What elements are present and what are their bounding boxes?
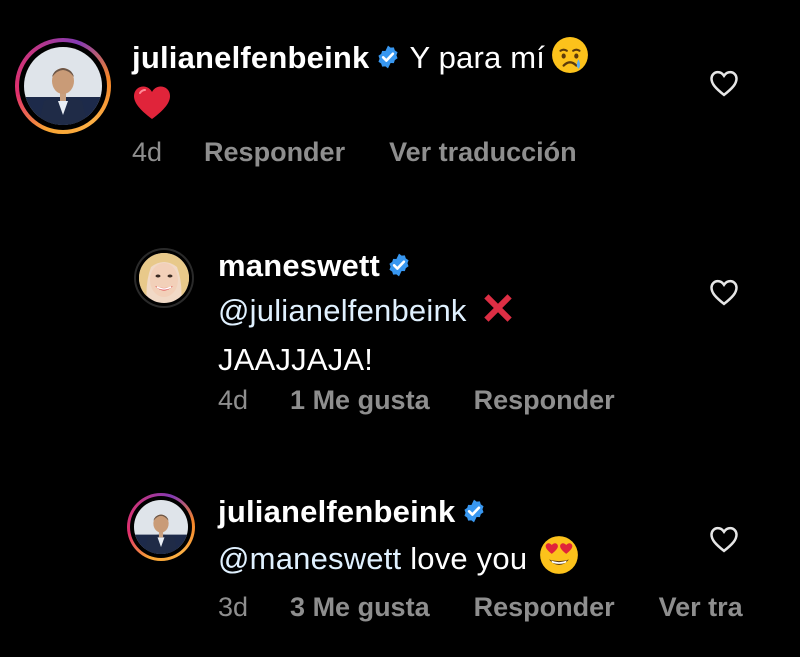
comment-text: love you [410, 541, 528, 576]
like-button[interactable] [709, 69, 739, 97]
comment-body: julianelfenbeink @maneswett love you [218, 490, 678, 586]
translate-button[interactable]: Ver traducción [389, 137, 577, 168]
comment-meta: 4d 1 Me gusta Responder [218, 385, 655, 416]
comment-text: JAAJJAJA! [218, 342, 374, 377]
comment-time: 4d [132, 137, 163, 167]
cross-mark-emoji [479, 289, 517, 338]
comment-body: julianelfenbeink Y para mí [132, 36, 692, 132]
comment-1: julianelfenbeink Y para mí 4d Responder Ver… [0, 0, 800, 200]
comment-text: Y para mí [409, 40, 546, 75]
verified-badge-icon [386, 246, 412, 289]
like-button[interactable] [709, 525, 739, 553]
reply-button[interactable]: Responder [204, 137, 345, 168]
crying-face-emoji [551, 36, 589, 85]
comment-time: 4d [218, 385, 249, 415]
comment-body: maneswett @julianelfenbeink JAAJJAJA! [218, 244, 678, 381]
likes-count[interactable]: 1 Me gusta [290, 385, 430, 416]
like-button[interactable] [709, 278, 739, 306]
avatar[interactable] [134, 248, 194, 308]
verified-badge-icon [375, 38, 401, 81]
reply-button[interactable]: Responder [474, 385, 615, 416]
comment-username[interactable]: julianelfenbeink [132, 40, 369, 75]
avatar[interactable] [127, 493, 195, 561]
translate-button[interactable]: Ver tra [659, 592, 743, 623]
red-heart-emoji [132, 85, 172, 132]
comment-username[interactable]: maneswett [218, 248, 380, 283]
likes-count[interactable]: 3 Me gusta [290, 592, 430, 623]
avatar-photo [134, 500, 188, 554]
avatar-photo [24, 47, 102, 125]
avatar-photo [139, 253, 189, 303]
mention-link[interactable]: @maneswett [218, 541, 401, 576]
reply-button[interactable]: Responder [474, 592, 615, 623]
comment-2: maneswett @julianelfenbeink JAAJJAJA! 4d… [0, 200, 800, 440]
comment-time: 3d [218, 592, 249, 622]
comment-username[interactable]: julianelfenbeink [218, 494, 455, 529]
avatar[interactable] [15, 38, 111, 134]
heart-eyes-emoji [539, 535, 579, 586]
comment-meta: 4d Responder Ver traducción [132, 137, 617, 168]
comment-3: julianelfenbeink @maneswett love you 3d 3… [0, 440, 800, 657]
verified-badge-icon [461, 492, 487, 535]
comment-meta: 3d 3 Me gusta Responder Ver tra [218, 592, 783, 623]
mention-link[interactable]: @julianelfenbeink [218, 293, 467, 328]
